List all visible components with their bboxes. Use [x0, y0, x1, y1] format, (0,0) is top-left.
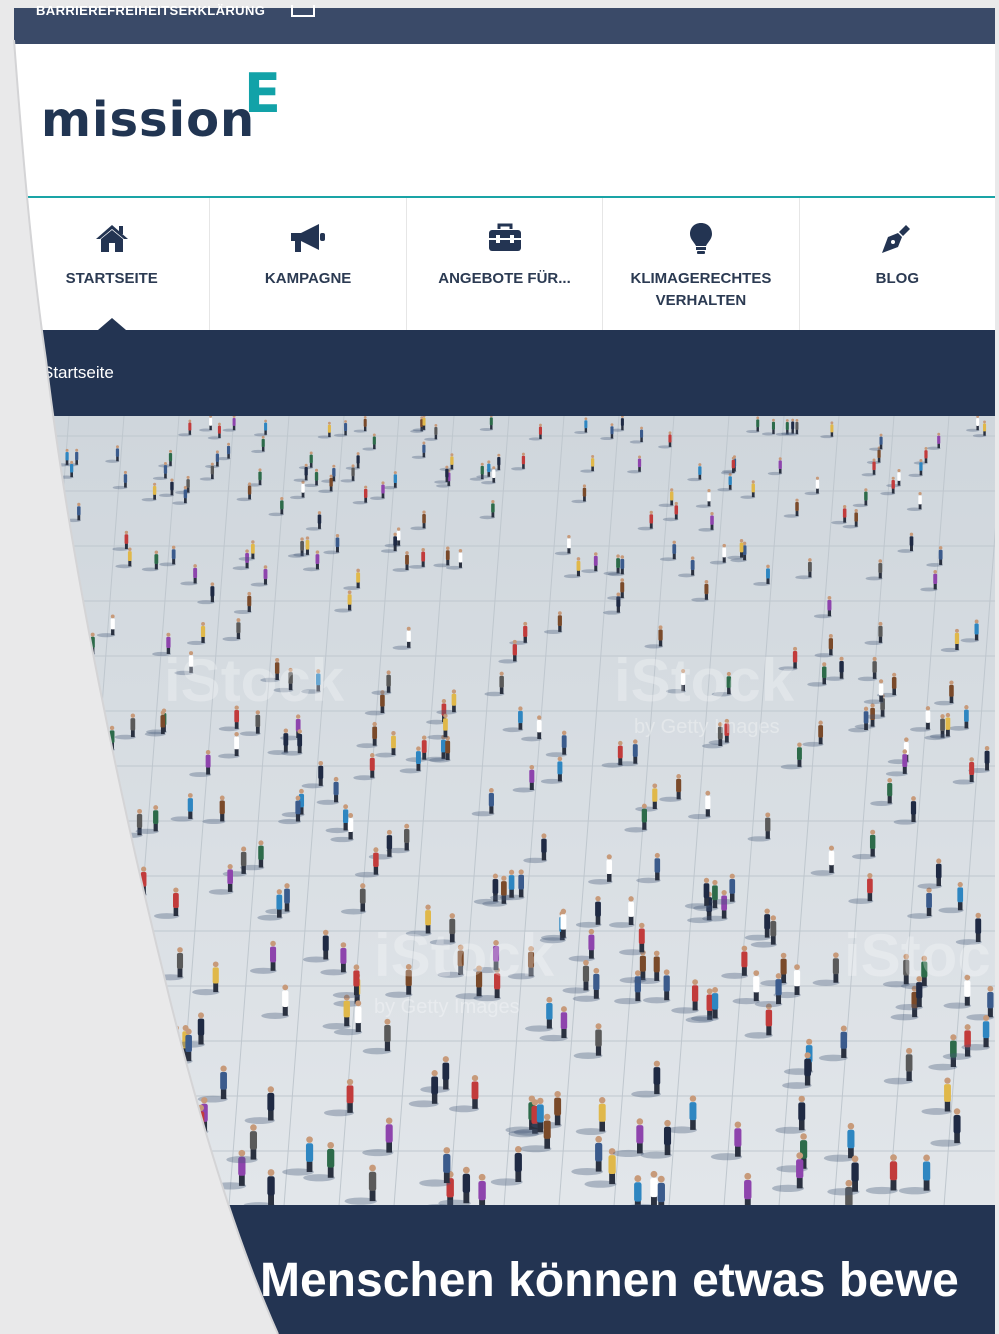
logo-word: mission: [41, 92, 256, 148]
watermark: iStock: [614, 647, 795, 714]
watermark-sub: by Getty Images: [634, 716, 780, 738]
page: BARRIEREFREIHEITSERKLÄRUNG mission E STA…: [0, 0, 999, 1334]
accessibility-statement-link[interactable]: BARRIEREFREIHEITSERKLÄRUNG: [36, 3, 265, 18]
nav-label: KAMPAGNE: [264, 270, 352, 287]
logo-superscript: E: [244, 62, 281, 125]
nav-item-kampagne[interactable]: KAMPAGNE: [210, 198, 407, 330]
nav-item-blog[interactable]: BLOG: [800, 198, 995, 330]
watermark: iStock: [844, 922, 995, 989]
nav-label: KLIMAGERECHTES VERHALTEN: [630, 270, 772, 309]
crowd-photo: [14, 416, 995, 1206]
lightbulb-icon: [688, 220, 714, 256]
toolbox-icon: [487, 220, 523, 256]
nav-item-startseite[interactable]: STARTSEITE: [14, 198, 211, 330]
site-header: mission E: [14, 44, 995, 198]
hero-title: Menschen können etwas bewe: [260, 1254, 959, 1307]
hero-title-band: Menschen können etwas bewe: [14, 1205, 995, 1334]
watermark-sub: by Getty Images: [374, 996, 520, 1018]
breadcrumb: Startseite: [14, 330, 995, 416]
nav-item-angebote[interactable]: ANGEBOTE FÜR...: [407, 198, 604, 330]
top-bar: BARRIEREFREIHEITSERKLÄRUNG: [14, 3, 995, 44]
megaphone-icon: [289, 220, 327, 256]
nav-label: ANGEBOTE FÜR...: [438, 270, 571, 287]
watermark: iStock: [374, 922, 555, 989]
home-icon: [94, 220, 130, 256]
nav-label: STARTSEITE: [65, 270, 158, 287]
watermark: iStock: [164, 647, 345, 714]
active-indicator: [98, 318, 126, 330]
hero-image: iStock iStock iStock iStock by Getty Ima…: [14, 416, 995, 1206]
nav-item-klimagerechtes-verhalten[interactable]: KLIMAGERECHTES VERHALTEN: [603, 198, 800, 330]
breadcrumb-current: Startseite: [42, 363, 114, 382]
keyboard-icon: [291, 5, 315, 17]
nav-label: BLOG: [875, 270, 919, 287]
main-navigation: STARTSEITE KAMPAGNE ANGEBOTE FÜR... KLIM…: [14, 198, 995, 330]
pen-icon: [880, 220, 914, 256]
